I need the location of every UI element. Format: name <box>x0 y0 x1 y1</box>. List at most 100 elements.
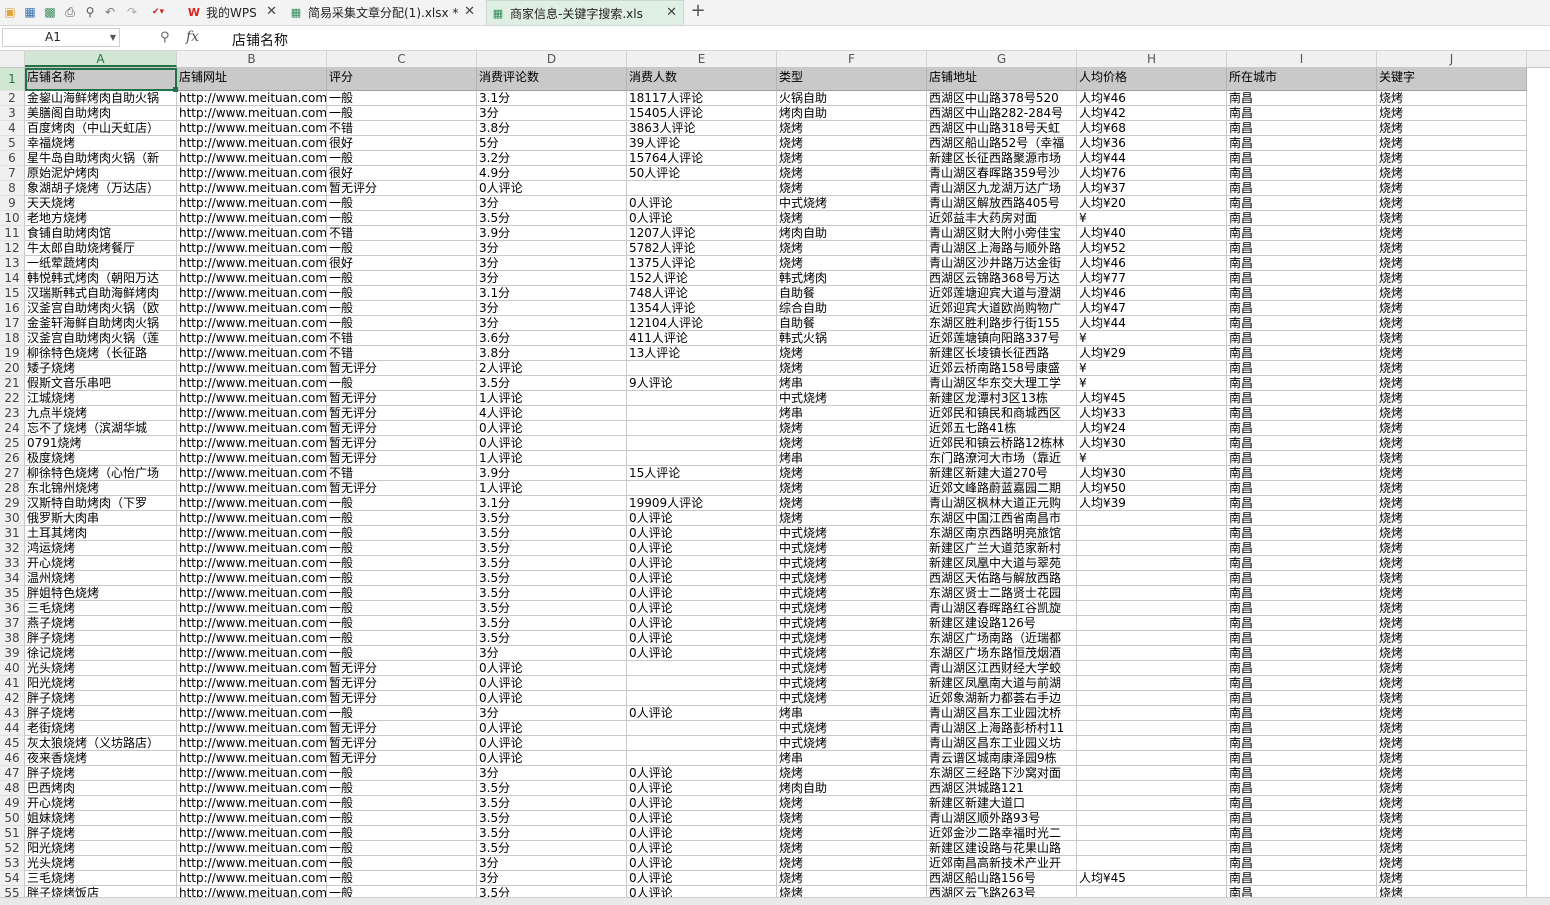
table-cell[interactable] <box>627 481 777 496</box>
row-number[interactable]: 16 <box>0 301 25 316</box>
row-number[interactable]: 10 <box>0 211 25 226</box>
table-cell[interactable]: 一般 <box>327 781 477 796</box>
table-cell[interactable]: 0人评论 <box>477 721 627 736</box>
table-cell[interactable]: 0人评论 <box>627 601 777 616</box>
table-cell[interactable]: 南昌 <box>1227 316 1377 331</box>
table-cell[interactable]: 东门路潦河大市场（靠近 <box>927 451 1077 466</box>
table-cell[interactable]: 中式烧烤 <box>777 556 927 571</box>
table-cell[interactable]: 烧烤 <box>1377 106 1527 121</box>
table-cell[interactable]: 3.5分 <box>477 781 627 796</box>
row-number[interactable]: 50 <box>0 811 25 826</box>
table-cell[interactable]: 烧烤 <box>1377 226 1527 241</box>
table-cell[interactable]: http://www.meituan.com/ <box>177 871 327 886</box>
table-cell[interactable]: 一般 <box>327 646 477 661</box>
column-header-A[interactable]: A <box>25 51 177 67</box>
table-cell[interactable]: 烧烤 <box>1377 271 1527 286</box>
row-number[interactable]: 22 <box>0 391 25 406</box>
table-cell[interactable]: 假斯文音乐串吧 <box>25 376 177 391</box>
table-cell[interactable] <box>627 721 777 736</box>
table-cell[interactable]: 近郊五七路41栋 <box>927 421 1077 436</box>
table-cell[interactable]: 烧烤 <box>1377 166 1527 181</box>
table-cell[interactable] <box>1077 556 1227 571</box>
table-cell[interactable]: 巴西烤肉 <box>25 781 177 796</box>
table-cell[interactable]: 3分 <box>477 256 627 271</box>
table-cell[interactable]: ¥ <box>1077 376 1227 391</box>
table-cell[interactable]: http://www.meituan.com/ <box>177 166 327 181</box>
row-number[interactable]: 9 <box>0 196 25 211</box>
table-cell[interactable]: 新建区龙潭村3区13栋 <box>927 391 1077 406</box>
formula-content[interactable]: 店铺名称 <box>232 30 288 50</box>
table-cell[interactable]: 烧烤 <box>1377 541 1527 556</box>
header-cell[interactable]: 人均价格 <box>1077 68 1227 91</box>
table-cell[interactable]: 0人评论 <box>627 826 777 841</box>
table-cell[interactable]: 不错 <box>327 121 477 136</box>
table-cell[interactable]: 南昌 <box>1227 676 1377 691</box>
table-cell[interactable]: 南昌 <box>1227 466 1377 481</box>
table-cell[interactable]: 0人评论 <box>477 181 627 196</box>
table-cell[interactable]: http://www.meituan.com/ <box>177 391 327 406</box>
table-cell[interactable]: 韩式烤肉 <box>777 271 927 286</box>
table-cell[interactable]: http://www.meituan.com/ <box>177 436 327 451</box>
table-cell[interactable]: 近郊云桥南路158号康盛 <box>927 361 1077 376</box>
table-cell[interactable]: 近郊南昌高新技术产业开 <box>927 856 1077 871</box>
table-cell[interactable]: ¥ <box>1077 451 1227 466</box>
table-cell[interactable]: 烧烤 <box>1377 721 1527 736</box>
row-number[interactable]: 7 <box>0 166 25 181</box>
table-cell[interactable]: 很好 <box>327 136 477 151</box>
table-cell[interactable]: 自助餐 <box>777 286 927 301</box>
table-cell[interactable]: 人均¥37 <box>1077 181 1227 196</box>
table-cell[interactable]: 西湖区中山路318号天虹 <box>927 121 1077 136</box>
table-cell[interactable]: 江城烧烤 <box>25 391 177 406</box>
table-cell[interactable]: 南昌 <box>1227 481 1377 496</box>
table-cell[interactable]: 姐妹烧烤 <box>25 811 177 826</box>
table-cell[interactable]: 人均¥29 <box>1077 346 1227 361</box>
table-cell[interactable]: 南昌 <box>1227 286 1377 301</box>
table-cell[interactable]: 0人评论 <box>477 661 627 676</box>
table-cell[interactable] <box>1077 631 1227 646</box>
table-cell[interactable]: 烧烤 <box>1377 301 1527 316</box>
table-cell[interactable]: http://www.meituan.com/ <box>177 616 327 631</box>
table-cell[interactable]: 土耳其烤肉 <box>25 526 177 541</box>
table-cell[interactable]: 0人评论 <box>477 691 627 706</box>
table-cell[interactable]: 人均¥39 <box>1077 496 1227 511</box>
table-cell[interactable]: 人均¥76 <box>1077 166 1227 181</box>
table-cell[interactable]: 中式烧烤 <box>777 676 927 691</box>
table-cell[interactable]: 东湖区广场东路恒茂烟酒 <box>927 646 1077 661</box>
table-cell[interactable]: 西湖区中山路378号520 <box>927 91 1077 106</box>
table-cell[interactable]: 烧烤 <box>777 211 927 226</box>
table-cell[interactable]: 人均¥44 <box>1077 151 1227 166</box>
table-cell[interactable]: 近郊文峰路蔚蓝嘉园二期 <box>927 481 1077 496</box>
table-cell[interactable]: http://www.meituan.com/ <box>177 301 327 316</box>
table-cell[interactable]: 烧烤 <box>1377 706 1527 721</box>
table-cell[interactable]: http://www.meituan.com/ <box>177 766 327 781</box>
table-cell[interactable]: 灰太狼烧烤（义坊路店） <box>25 736 177 751</box>
table-cell[interactable]: 暂无评分 <box>327 661 477 676</box>
table-cell[interactable]: 0人评论 <box>627 556 777 571</box>
row-number[interactable]: 18 <box>0 331 25 346</box>
table-cell[interactable]: http://www.meituan.com/ <box>177 121 327 136</box>
header-cell[interactable]: 店铺地址 <box>927 68 1077 91</box>
table-cell[interactable]: 烧烤 <box>1377 841 1527 856</box>
table-cell[interactable]: 4.9分 <box>477 166 627 181</box>
column-header-C[interactable]: C <box>327 51 477 67</box>
table-cell[interactable]: 一般 <box>327 796 477 811</box>
table-cell[interactable]: 3.8分 <box>477 346 627 361</box>
table-cell[interactable]: 中式烧烤 <box>777 541 927 556</box>
table-cell[interactable]: http://www.meituan.com/ <box>177 811 327 826</box>
table-cell[interactable]: http://www.meituan.com/ <box>177 721 327 736</box>
table-cell[interactable]: 3分 <box>477 766 627 781</box>
table-cell[interactable]: 老街烧烤 <box>25 721 177 736</box>
table-cell[interactable]: 3.5分 <box>477 526 627 541</box>
table-cell[interactable] <box>1077 811 1227 826</box>
table-cell[interactable]: 烧烤 <box>1377 421 1527 436</box>
column-header-F[interactable]: F <box>777 51 927 67</box>
table-cell[interactable]: 胖子烧烤 <box>25 826 177 841</box>
row-number[interactable]: 43 <box>0 706 25 721</box>
fill-handle[interactable] <box>173 87 178 92</box>
table-cell[interactable]: 一般 <box>327 811 477 826</box>
table-cell[interactable]: 3.5分 <box>477 631 627 646</box>
table-cell[interactable]: 烧烤 <box>1377 571 1527 586</box>
table-cell[interactable]: 南昌 <box>1227 241 1377 256</box>
table-cell[interactable] <box>1077 856 1227 871</box>
table-cell[interactable]: 烧烤 <box>1377 766 1527 781</box>
